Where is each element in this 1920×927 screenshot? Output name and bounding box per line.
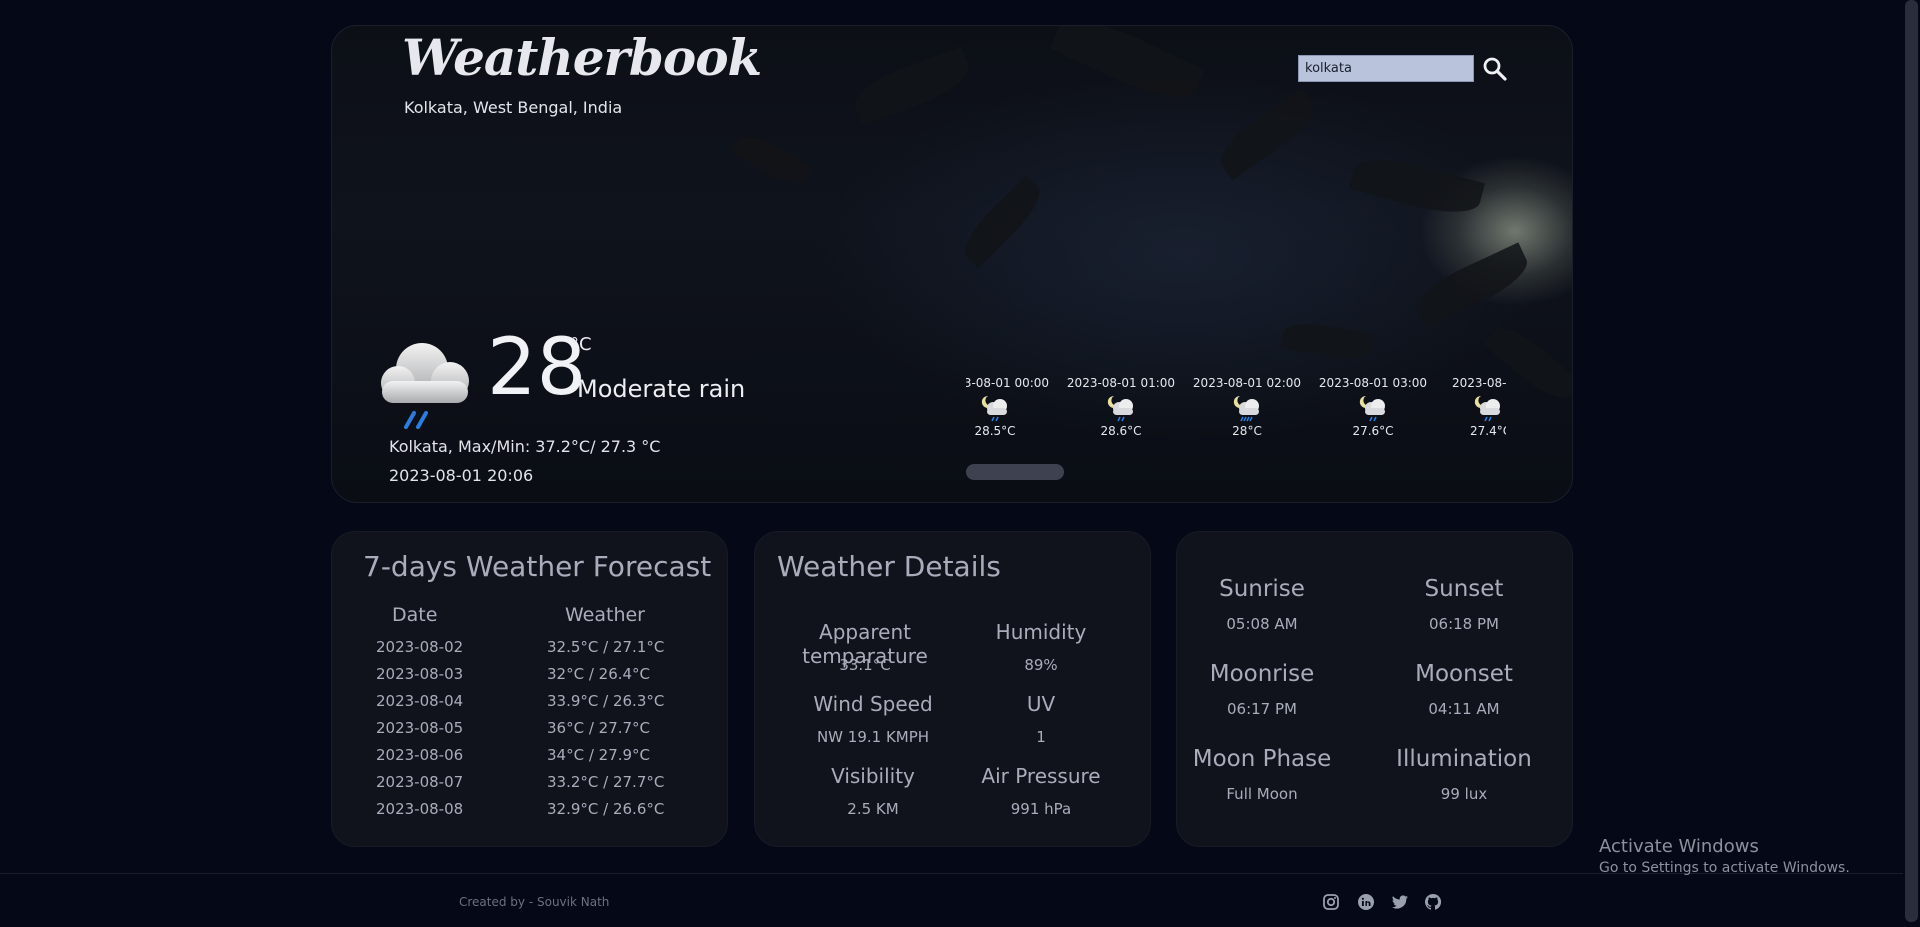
leaf-decoration [1349, 149, 1485, 223]
hourly-temp: 28.6°C [1100, 424, 1142, 438]
hourly-item: 2023-08-01 03:00 27.6°C [1310, 376, 1436, 438]
weather-details-card: Weather Details Apparent temparature 33.… [754, 531, 1151, 847]
temperature-unit: °C [570, 334, 592, 355]
hourly-temp: 27.6°C [1352, 424, 1394, 438]
night-heavy-rain-icon [1231, 394, 1263, 422]
leaf-decoration [848, 46, 976, 126]
astro-value: 05:08 AM [1226, 615, 1298, 633]
activation-subtitle: Go to Settings to activate Windows. [1599, 860, 1850, 876]
hourly-item: 2023-08-01 04:00 27.4°C [1436, 376, 1506, 438]
footer-credit: Created by - Souvik Nath [459, 895, 610, 909]
astro-value: 99 lux [1440, 785, 1488, 803]
detail-label: Humidity [995, 620, 1087, 644]
forecast-weather: 34°C / 27.9°C [547, 746, 651, 764]
astro-value: Full Moon [1226, 785, 1298, 803]
hourly-time: 2023-08-01 03:00 [1318, 376, 1428, 390]
leaf-decoration [1049, 26, 1205, 112]
cloud-rain-icon [370, 331, 480, 431]
astro-label: Illumination [1396, 746, 1532, 772]
forecast-card: 7-days Weather Forecast Date Weather 202… [331, 531, 728, 847]
github-icon[interactable] [1424, 893, 1442, 911]
forecast-date: 2023-08-04 [376, 692, 464, 710]
astro-label: Moonrise [1209, 661, 1315, 687]
app-brand-title: Weatherbook [402, 28, 762, 87]
instagram-icon[interactable] [1322, 893, 1340, 911]
hourly-item: 2023-08-01 01:00 28.6°C [1058, 376, 1184, 438]
forecast-date: 2023-08-05 [376, 719, 464, 737]
activation-title: Activate Windows [1599, 836, 1759, 857]
search-input[interactable] [1298, 55, 1474, 82]
current-condition: Moderate rain [577, 375, 746, 403]
astro-value: 06:17 PM [1227, 700, 1297, 718]
astro-label: Moon Phase [1192, 746, 1332, 772]
twitter-icon[interactable] [1391, 893, 1409, 911]
linkedin-icon[interactable] [1357, 893, 1375, 911]
night-rain-icon [979, 394, 1011, 422]
detail-value: 89% [1024, 656, 1058, 674]
leaf-decoration [1211, 87, 1323, 181]
forecast-date-header: Date [392, 604, 438, 626]
details-title: Weather Details [777, 550, 1001, 583]
windows-activation-watermark: Activate Windows Go to Settings to activ… [1599, 836, 1850, 876]
leaf-decoration [1280, 318, 1374, 364]
forecast-date: 2023-08-02 [376, 638, 464, 656]
astro-value: 04:11 AM [1428, 700, 1500, 718]
hourly-item: 2023-08-01 02:00 28°C [1184, 376, 1310, 438]
current-summary: Kolkata, Max/Min: 37.2°C/ 27.3 °C [389, 437, 661, 456]
forecast-weather: 33.2°C / 27.7°C [547, 773, 665, 791]
hourly-forecast-strip[interactable]: 2023-08-01 00:00 28.5°C 2023-08-01 01:00… [966, 376, 1506, 476]
forecast-date: 2023-08-08 [376, 800, 464, 818]
forecast-date: 2023-08-06 [376, 746, 464, 764]
forecast-weather: 36°C / 27.7°C [547, 719, 651, 737]
search-icon[interactable] [1482, 56, 1508, 82]
night-rain-icon [1105, 394, 1137, 422]
forecast-weather: 32.9°C / 26.6°C [547, 800, 665, 818]
forecast-date: 2023-08-03 [376, 665, 464, 683]
current-datetime: 2023-08-01 20:06 [389, 466, 534, 485]
page-scrollbar-thumb[interactable] [1905, 0, 1918, 922]
hourly-time: 2023-08-01 04:00 [1452, 376, 1506, 390]
leaf-decoration [955, 175, 1049, 269]
forecast-weather-header: Weather [565, 604, 645, 626]
astro-label: Sunrise [1219, 576, 1305, 602]
forecast-title: 7-days Weather Forecast [363, 550, 712, 583]
astro-label: Sunset [1424, 576, 1504, 602]
leaf-decoration [1409, 242, 1535, 328]
hourly-temp: 28°C [1232, 424, 1262, 438]
forecast-weather: 33.9°C / 26.3°C [547, 692, 665, 710]
hourly-time: 2023-08-01 00:00 [966, 376, 1050, 390]
forecast-date: 2023-08-07 [376, 773, 464, 791]
night-rain-icon [1357, 394, 1389, 422]
astro-value: 06:18 PM [1429, 615, 1499, 633]
astronomy-card: Sunrise 05:08 AM Sunset 06:18 PM Moonris… [1176, 531, 1573, 847]
hourly-scrollbar[interactable] [966, 464, 1064, 480]
hero-banner: Weatherbook Kolkata, West Bengal, India [331, 25, 1573, 503]
detail-label: UV [1026, 692, 1056, 716]
astro-label: Moonset [1415, 661, 1513, 687]
detail-label: Air Pressure [981, 764, 1101, 788]
hourly-temp: 27.4°C [1470, 424, 1506, 438]
detail-value: 1 [1036, 728, 1046, 746]
detail-value: 991 hPa [1010, 800, 1072, 818]
hourly-time: 2023-08-01 01:00 [1066, 376, 1176, 390]
hourly-temp: 28.5°C [974, 424, 1016, 438]
hourly-time: 2023-08-01 02:00 [1192, 376, 1302, 390]
forecast-weather: 32°C / 26.4°C [547, 665, 651, 683]
night-rain-icon [1472, 394, 1504, 422]
leaf-decoration [730, 127, 814, 193]
forecast-weather: 32.5°C / 27.1°C [547, 638, 665, 656]
location-label: Kolkata, West Bengal, India [404, 98, 623, 117]
page-scrollbar[interactable] [1903, 0, 1920, 927]
hourly-item: 2023-08-01 00:00 28.5°C [966, 376, 1058, 438]
